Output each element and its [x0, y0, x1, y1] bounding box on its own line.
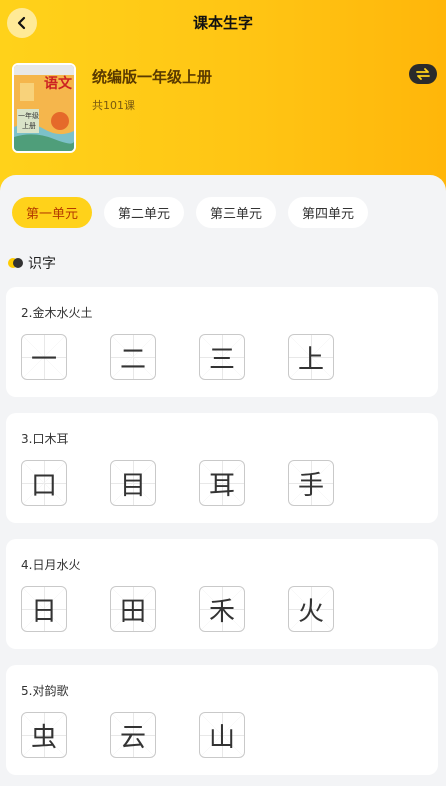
tab-unit-4[interactable]: 第四单元 [288, 197, 369, 228]
char-tile[interactable]: 虫 [21, 712, 67, 758]
char-tile[interactable]: 目 [110, 460, 156, 506]
lesson-card: 2.金木水火土 一 二 三 上 [6, 287, 438, 397]
char-tile[interactable]: 火 [288, 586, 334, 632]
char-tile[interactable]: 二 [110, 334, 156, 380]
lesson-title: 2.金木水火土 [21, 306, 93, 320]
tab-unit-3[interactable]: 第三单元 [196, 197, 277, 228]
char-tile[interactable]: 三 [199, 334, 245, 380]
cover-label: 语文 [44, 76, 72, 92]
char-tile[interactable]: 云 [110, 712, 156, 758]
switch-book-button[interactable] [409, 64, 437, 84]
cover-volume: 上册 [22, 122, 36, 130]
lesson-card: 3.口木耳 口 目 耳 手 [6, 413, 438, 523]
char-tile[interactable]: 口 [21, 460, 67, 506]
char-tile[interactable]: 手 [288, 460, 334, 506]
char-tile[interactable]: 禾 [199, 586, 245, 632]
lesson-card: 4.日月水火 日 田 禾 火 [6, 539, 438, 649]
tab-unit-1[interactable]: 第一单元 [12, 197, 93, 228]
lesson-count: 共101课 [92, 99, 135, 112]
page-title: 课本生字 [192, 14, 253, 32]
char-tile[interactable]: 田 [110, 586, 156, 632]
char-tile[interactable]: 日 [21, 586, 67, 632]
char-tile[interactable]: 耳 [199, 460, 245, 506]
swap-icon [416, 68, 430, 80]
section-dot-icon [8, 258, 24, 268]
section-title: 识字 [28, 256, 56, 272]
lesson-title: 4.日月水火 [21, 558, 81, 572]
lesson-card: 5.对韵歌 虫 云 山 [6, 665, 438, 775]
lesson-title: 5.对韵歌 [21, 684, 69, 698]
header: 课本生字 语文 一年级 上册 统编版一年级上册 共101课 [0, 0, 446, 200]
char-tile[interactable]: 一 [21, 334, 67, 380]
char-tile[interactable]: 上 [288, 334, 334, 380]
content-panel: 第一单元 第二单元 第三单元 第四单元 识字 2.金木水火土 一 二 三 上 3… [0, 175, 446, 786]
cover-grade: 一年级 [18, 112, 39, 120]
unit-tabs: 第一单元 第二单元 第三单元 第四单元 [12, 197, 369, 228]
lesson-title: 3.口木耳 [21, 432, 69, 446]
section-heading: 识字 [8, 253, 56, 273]
book-title: 统编版一年级上册 [92, 68, 213, 86]
book-cover[interactable]: 语文 一年级 上册 [12, 63, 76, 153]
tab-unit-2[interactable]: 第二单元 [104, 197, 185, 228]
char-tile[interactable]: 山 [199, 712, 245, 758]
